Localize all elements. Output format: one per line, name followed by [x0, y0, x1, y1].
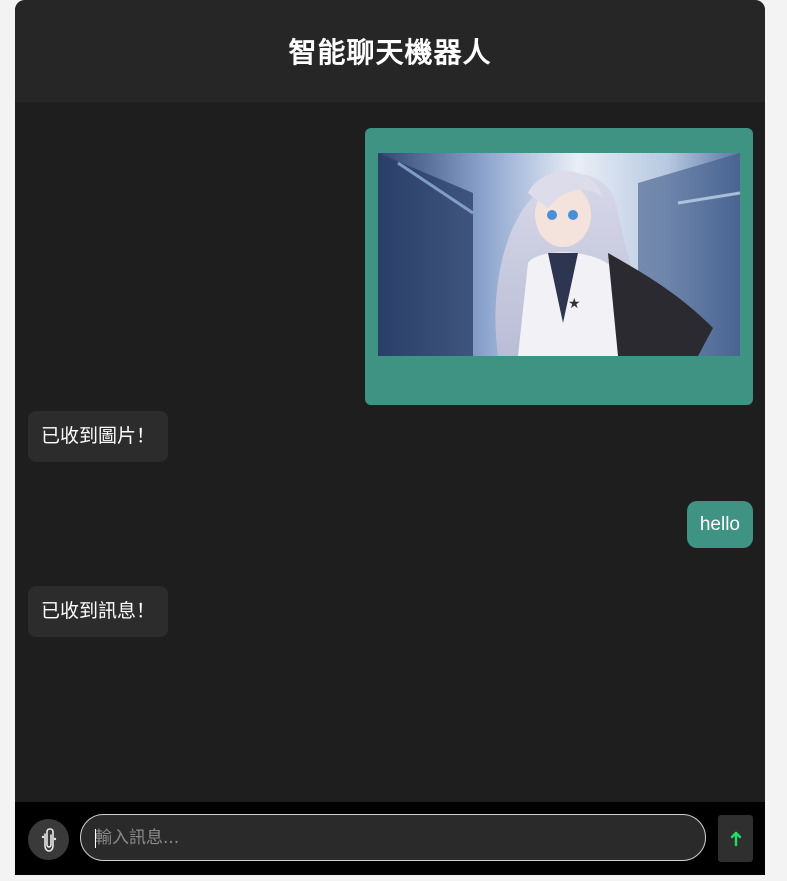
bot-message: 已收到圖片！ — [28, 411, 169, 462]
paperclip-icon — [41, 827, 56, 852]
attach-button[interactable] — [28, 819, 69, 860]
message-input[interactable] — [80, 814, 706, 861]
sent-image[interactable]: ★ — [378, 153, 740, 356]
send-button[interactable] — [718, 815, 753, 862]
svg-text:★: ★ — [568, 296, 581, 312]
bot-message: 已收到訊息！ — [28, 586, 169, 637]
page-title: 智能聊天機器人 — [288, 36, 492, 69]
composer-bar — [15, 802, 765, 875]
anime-girl-image: ★ — [378, 153, 740, 356]
user-image-message: ★ — [365, 128, 753, 405]
chat-header: 智能聊天機器人 — [15, 0, 765, 102]
message-list: ★ 已收到圖片！ hello 已收到訊息！ — [15, 102, 765, 802]
text-caret — [95, 829, 96, 848]
user-message: hello — [686, 501, 753, 548]
arrow-up-icon — [730, 831, 741, 846]
chat-app: 智能聊天機器人 ★ 已收到圖片！ hello 已收到訊息！ 輸入訊息... — [15, 0, 765, 875]
